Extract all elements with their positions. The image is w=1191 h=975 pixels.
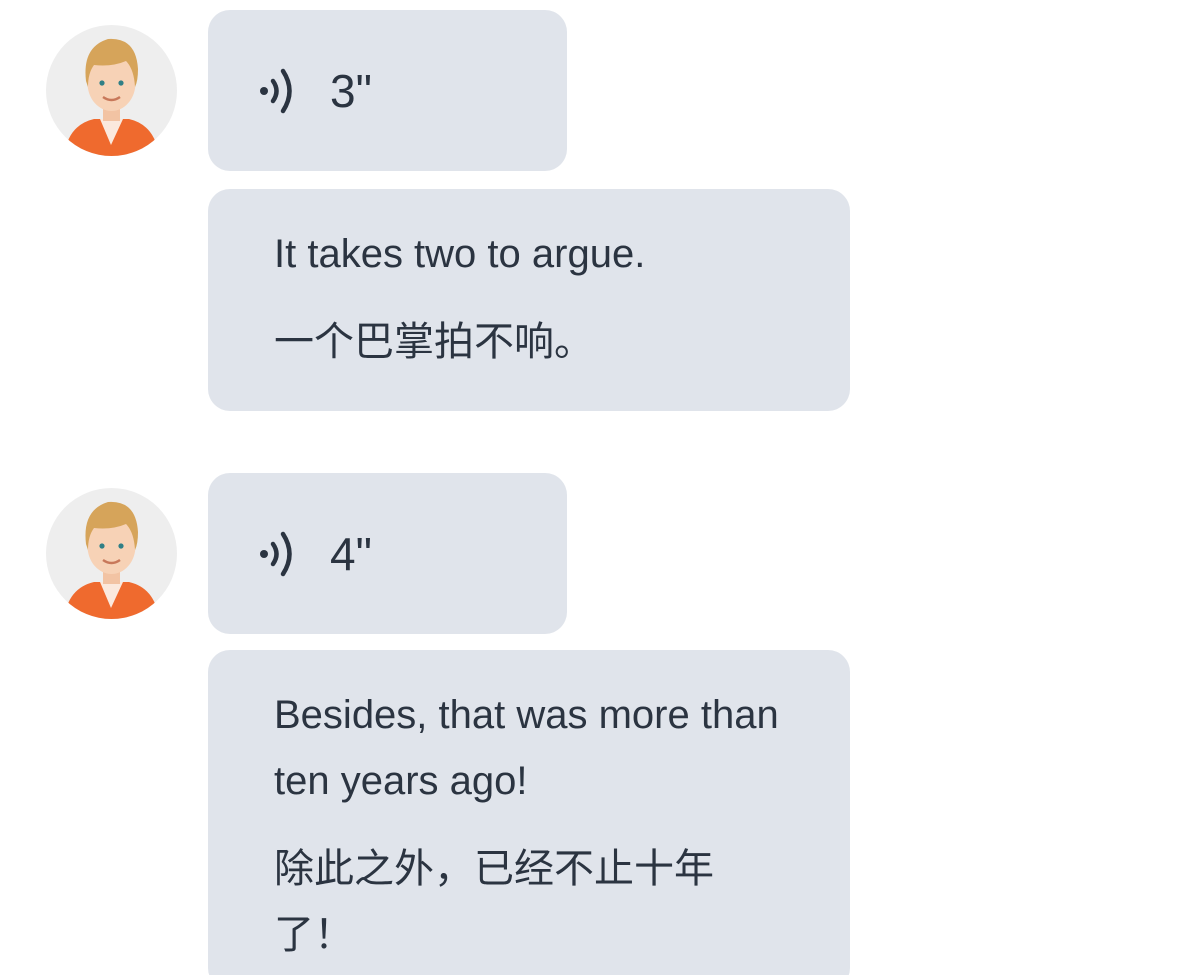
voice-message-bubble[interactable]: 4" [208, 473, 567, 634]
person-avatar-icon [64, 38, 159, 156]
chinese-text: 一个巴掌拍不响。 [274, 320, 594, 364]
chinese-text: 除此之外，已经不止十年了！ [274, 847, 714, 957]
text-message-bubble[interactable]: It takes two to argue. 一个巴掌拍不响。 [208, 189, 850, 411]
chat-thread: 3" It takes two to argue. 一个巴掌拍不响。 4" Be… [0, 0, 1191, 975]
voice-wave-icon [260, 68, 292, 113]
voice-duration: 4" [330, 527, 372, 580]
english-text: Besides, that was more than ten years ag… [274, 693, 779, 803]
english-text: It takes two to argue. [274, 232, 646, 276]
avatar[interactable] [46, 25, 177, 156]
text-message-bubble[interactable]: Besides, that was more than ten years ag… [208, 650, 850, 975]
voice-duration: 3" [330, 64, 372, 117]
avatar[interactable] [46, 488, 177, 619]
voice-message-bubble[interactable]: 3" [208, 10, 567, 171]
person-avatar-icon [64, 501, 159, 619]
voice-wave-icon [260, 531, 292, 576]
